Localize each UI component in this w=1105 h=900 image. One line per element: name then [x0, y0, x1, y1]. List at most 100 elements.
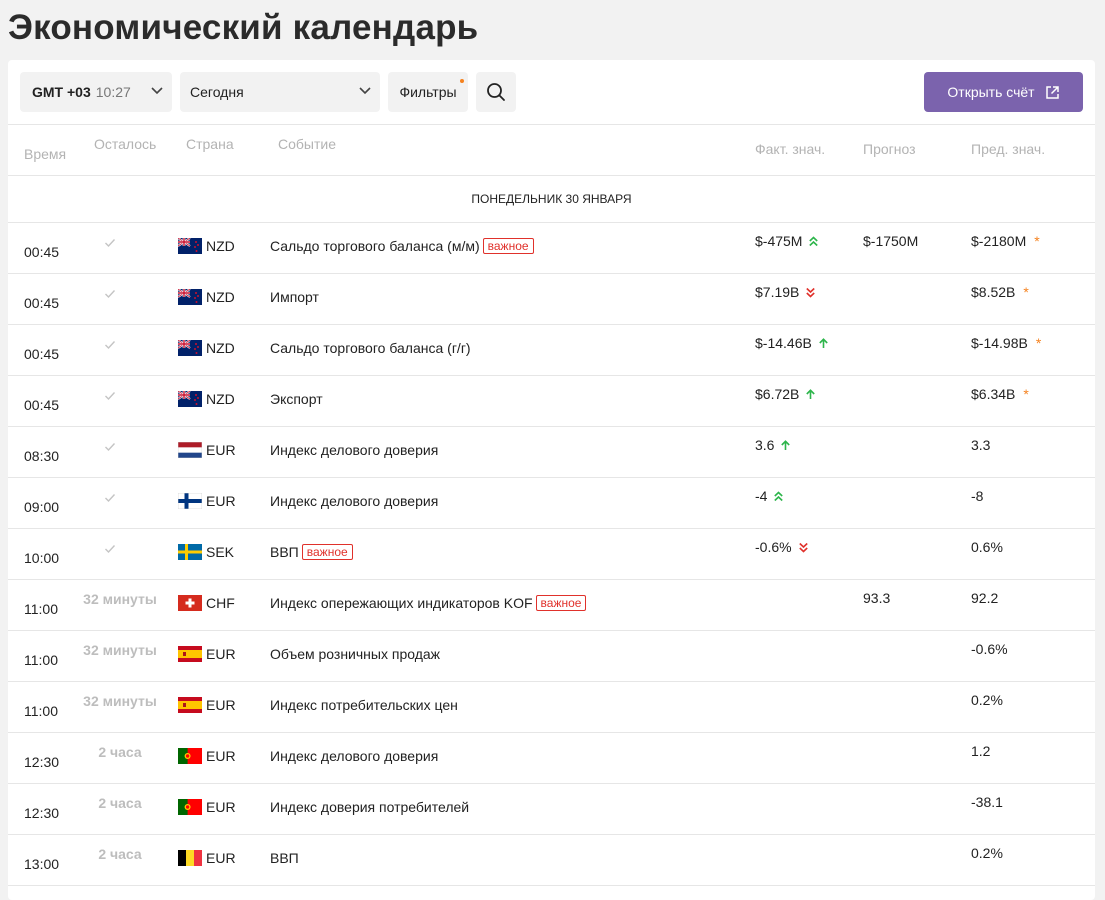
event-name-cell: ВВП: [270, 850, 299, 866]
event-name[interactable]: Индекс делового доверия: [270, 442, 438, 458]
date-select[interactable]: Сегодня: [180, 72, 380, 112]
previous-value: 0.2%: [971, 845, 1003, 861]
event-time: 08:30: [24, 448, 60, 464]
time-left: 32 минуты: [83, 591, 157, 607]
table-row[interactable]: 11:00 32 минуты CHF Индекс опережающих инди…: [8, 580, 1095, 631]
event-name[interactable]: ВВП: [270, 544, 299, 560]
table-row[interactable]: 11:00 32 минуты EUR Объем розничных продаж -…: [8, 631, 1095, 682]
table-row[interactable]: 13:00 2 часа EUR ВВП 0.2%: [8, 835, 1095, 886]
table-row[interactable]: 12:30 2 часа EUR Индекс доверия потребителе…: [8, 784, 1095, 835]
table-row[interactable]: 00:45 NZD Экспорт $6.72B $6.34B *: [8, 376, 1095, 427]
header-left: Осталось: [94, 136, 157, 152]
flag-be-icon: [178, 850, 202, 866]
flag-nz-icon: [178, 289, 202, 305]
previous-value: $-14.98B: [971, 335, 1028, 351]
table-header: Время Осталось Страна Событие Факт. знач…: [8, 124, 1095, 176]
actual-value: -4: [755, 488, 768, 504]
revised-star-icon: *: [1023, 386, 1029, 402]
event-name[interactable]: ВВП: [270, 850, 299, 866]
table-row[interactable]: 00:45 NZD Импорт $7.19B $8.52B *: [8, 274, 1095, 325]
event-name[interactable]: Индекс делового доверия: [270, 748, 438, 764]
currency-code: EUR: [206, 799, 236, 815]
checkmark-icon: [105, 494, 116, 503]
previous-value-cell: $8.52B *: [971, 284, 1029, 300]
important-badge: важное: [535, 595, 587, 611]
timezone-select[interactable]: GMT +03 10:27: [20, 72, 172, 112]
double-chevron-up-icon: [808, 235, 819, 247]
previous-value: $-2180M: [971, 233, 1027, 249]
double-chevron-down-icon: [805, 287, 816, 298]
previous-value: -8: [971, 488, 984, 504]
forecast-value: $-1750M: [863, 233, 919, 249]
flag-es-icon: [178, 646, 202, 662]
header-time: Время: [24, 146, 67, 162]
event-name[interactable]: Экспорт: [270, 391, 323, 407]
event-name[interactable]: Индекс доверия потребителей: [270, 799, 469, 815]
flag-nz-icon: [178, 391, 202, 407]
header-actual: Факт. знач.: [755, 141, 826, 157]
event-name[interactable]: Импорт: [270, 289, 319, 305]
previous-value-cell: 0.2%: [971, 845, 1003, 861]
chevron-down-icon: [359, 87, 371, 95]
filters-button[interactable]: Фильтры: [388, 72, 468, 112]
filters-label: Фильтры: [399, 84, 457, 100]
event-name[interactable]: Индекс потребительских цен: [270, 697, 458, 713]
event-time: 13:00: [24, 856, 60, 872]
event-time: 00:45: [24, 244, 60, 260]
flag-pt-icon: [178, 799, 202, 815]
previous-value: 0.6%: [971, 539, 1003, 555]
table-row[interactable]: 09:00 EUR Индекс делового доверия -4 -8: [8, 478, 1095, 529]
event-name-cell: Объем розничных продаж: [270, 646, 440, 662]
double-chevron-down-icon: [798, 542, 809, 553]
external-link-icon: [1045, 85, 1059, 99]
table-row[interactable]: 08:30 EUR Индекс делового доверия 3.6 3.3: [8, 427, 1095, 478]
previous-value: $6.34B: [971, 386, 1016, 402]
flag-nz-icon: [178, 340, 202, 356]
table-row[interactable]: 11:00 32 минуты EUR Индекс потребительских …: [8, 682, 1095, 733]
event-name-cell: Индекс потребительских цен: [270, 697, 458, 713]
event-name[interactable]: Сальдо торгового баланса (г/г): [270, 340, 471, 356]
flag-nz-icon: [178, 238, 202, 254]
table-row[interactable]: 10:00 SEK ВВП важное -0.6% 0.6%: [8, 529, 1095, 580]
important-badge: важное: [482, 238, 534, 254]
event-name-cell: Индекс делового доверия: [270, 442, 438, 458]
actual-value: $-475M: [755, 233, 803, 249]
actual-value-cell: -0.6%: [755, 539, 809, 555]
header-previous: Пред. знач.: [971, 141, 1046, 157]
actual-value-cell: $6.72B: [755, 386, 816, 402]
table-row[interactable]: 00:45 NZD Сальдо торгового баланса (м/м) ва…: [8, 223, 1095, 274]
table-row[interactable]: 12:30 2 часа EUR Индекс делового доверия 1.2: [8, 733, 1095, 784]
flag-nl-icon: [178, 442, 202, 458]
checkmark-icon: [105, 545, 116, 554]
table-row[interactable]: 00:45 NZD Сальдо торгового баланса (г/г) $-…: [8, 325, 1095, 376]
time-left: 2 часа: [98, 846, 142, 862]
event-name[interactable]: Индекс делового доверия: [270, 493, 438, 509]
actual-value: $6.72B: [755, 386, 800, 402]
currency-code: EUR: [206, 646, 236, 662]
actual-value: 3.6: [755, 437, 775, 453]
search-icon: [487, 83, 505, 101]
currency-code: EUR: [206, 493, 236, 509]
day-label: ПОНЕДЕЛЬНИК 30 ЯНВАРЯ: [471, 192, 632, 206]
actual-value-cell: $7.19B: [755, 284, 816, 300]
revised-star-icon: *: [1034, 233, 1040, 249]
previous-value: -38.1: [971, 794, 1003, 810]
flag-es-icon: [178, 697, 202, 713]
event-name[interactable]: Сальдо торгового баланса (м/м): [270, 238, 480, 254]
flag-se-icon: [178, 544, 202, 560]
flag-ch-icon: [178, 595, 202, 611]
toolbar: GMT +03 10:27 Сегодня Фильтры Открыть сч…: [8, 60, 1095, 125]
open-account-button[interactable]: Открыть счёт: [924, 72, 1083, 112]
event-name[interactable]: Индекс опережающих индикаторов KOF: [270, 595, 533, 611]
currency-code: EUR: [206, 748, 236, 764]
search-button[interactable]: [476, 72, 516, 112]
event-name[interactable]: Объем розничных продаж: [270, 646, 440, 662]
checkmark-icon: [105, 290, 116, 299]
open-account-label: Открыть счёт: [947, 84, 1035, 100]
time-left: 32 минуты: [83, 693, 157, 709]
revised-star-icon: *: [1035, 335, 1042, 351]
currency-code: EUR: [206, 697, 236, 713]
previous-value-cell: -8: [971, 488, 983, 504]
currency-code: EUR: [206, 850, 236, 866]
event-time: 12:30: [24, 805, 60, 821]
